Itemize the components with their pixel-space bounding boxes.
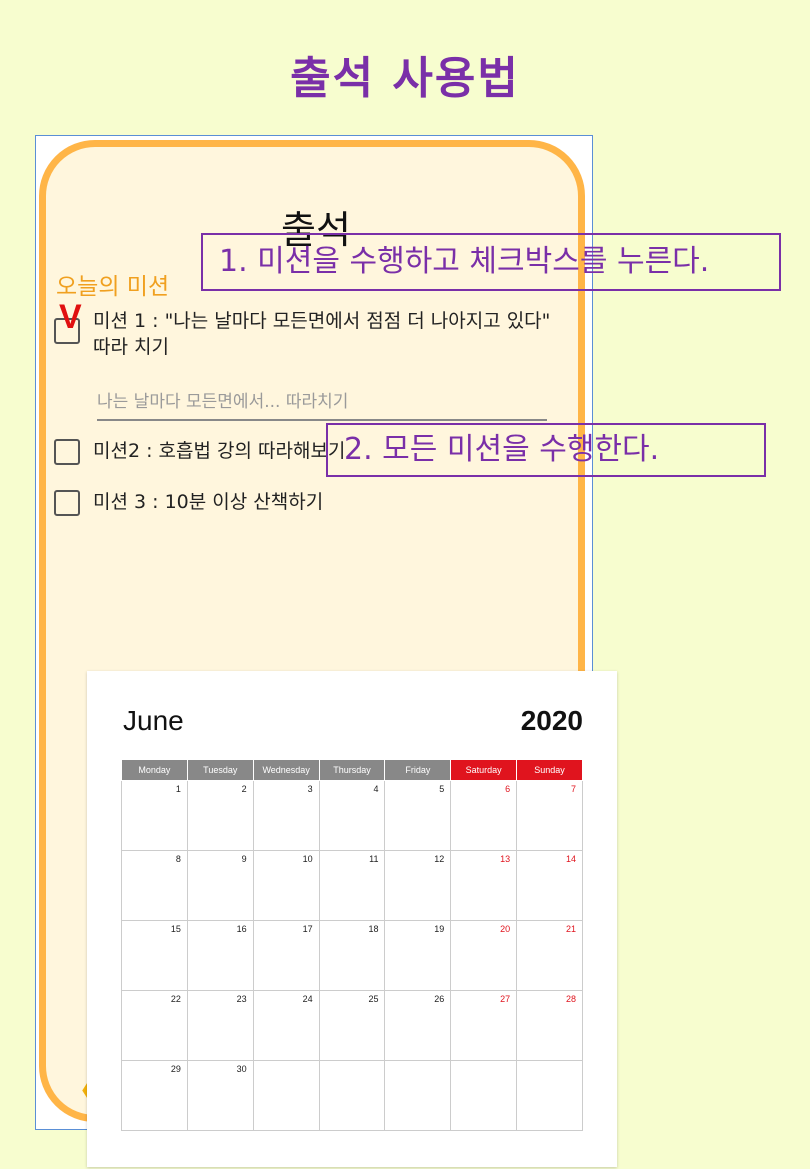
weekday-header: Tuesday	[186, 759, 254, 781]
calendar-day: 5	[384, 780, 452, 851]
mission-2-checkbox[interactable]	[54, 439, 80, 465]
calendar-day: 3	[252, 780, 320, 851]
calendar-day: 2	[186, 780, 254, 851]
mission-heading: 오늘의 미션	[56, 274, 170, 300]
weekday-header: Thursday	[318, 759, 386, 781]
calendar-day: 17	[252, 920, 320, 991]
weekday-header: Friday	[384, 759, 452, 781]
check-mark-icon: V	[59, 298, 82, 336]
calendar-month: June	[123, 705, 184, 736]
calendar-day: 25	[318, 990, 386, 1061]
calendar-week: 8 9 10 11 12 13 14	[121, 850, 583, 921]
calendar-day: 30	[186, 1060, 254, 1131]
calendar-day: 4	[318, 780, 386, 851]
page-title: 출석 사용법	[290, 53, 520, 104]
mission-3-label: 미션 3 : 10분 이상 산책하기	[93, 491, 324, 513]
weekday-header: Monday	[121, 759, 188, 781]
calendar-day: 7	[516, 780, 583, 851]
calendar-day	[450, 1060, 518, 1131]
calendar-day: 27	[450, 990, 518, 1061]
calendar-day	[516, 1060, 583, 1131]
calendar-image: June 2020 Monday Tuesday Wednesday Thurs…	[87, 671, 617, 1167]
calendar-day: 13	[450, 850, 518, 921]
calendar-day: 26	[384, 990, 452, 1061]
calendar-day: 8	[121, 850, 188, 921]
calendar-day: 18	[318, 920, 386, 991]
calendar-day: 9	[186, 850, 254, 921]
step2-callout: 2. 모든 미션을 수행한다.	[326, 423, 766, 477]
calendar-day: 23	[186, 990, 254, 1061]
calendar-day	[318, 1060, 386, 1131]
mission-3-checkbox[interactable]	[54, 490, 80, 516]
calendar-day: 1	[121, 780, 188, 851]
mission-1-label: 미션 1 : "나는 날마다 모든면에서 점점 더 나아지고 있다"	[93, 310, 551, 332]
mission-2-label: 미션2 : 호흡법 강의 따라해보기	[93, 440, 346, 462]
calendar-grid: Monday Tuesday Wednesday Thursday Friday…	[121, 759, 583, 1131]
calendar-day: 10	[252, 850, 320, 921]
step1-callout: 1. 미션을 수행하고 체크박스를 누른다.	[201, 233, 781, 291]
calendar-week: 29 30	[121, 1060, 583, 1131]
calendar-day	[252, 1060, 320, 1131]
calendar-day: 21	[516, 920, 583, 991]
calendar-year: 2020	[520, 705, 583, 736]
calendar-day	[384, 1060, 452, 1131]
calendar-day: 14	[516, 850, 583, 921]
calendar-day: 29	[121, 1060, 188, 1131]
calendar-week: 1 2 3 4 5 6 7	[121, 780, 583, 851]
calendar-day: 6	[450, 780, 518, 851]
calendar-day: 24	[252, 990, 320, 1061]
calendar-day: 11	[318, 850, 386, 921]
calendar-day: 16	[186, 920, 254, 991]
calendar-week: 22 23 24 25 26 27 28	[121, 990, 583, 1061]
calendar-day: 19	[384, 920, 452, 991]
calendar-day: 20	[450, 920, 518, 991]
calendar-day: 15	[121, 920, 188, 991]
calendar-week: 15 16 17 18 19 20 21	[121, 920, 583, 991]
weekday-header: Saturday	[450, 759, 518, 781]
calendar-day: 22	[121, 990, 188, 1061]
mission-1-label-line2: 따라 치기	[93, 336, 169, 358]
calendar-day: 12	[384, 850, 452, 921]
mission-1-input[interactable]	[97, 385, 547, 421]
weekday-header: Sunday	[516, 759, 583, 781]
calendar-day: 28	[516, 990, 583, 1061]
weekday-header: Wednesday	[252, 759, 320, 781]
